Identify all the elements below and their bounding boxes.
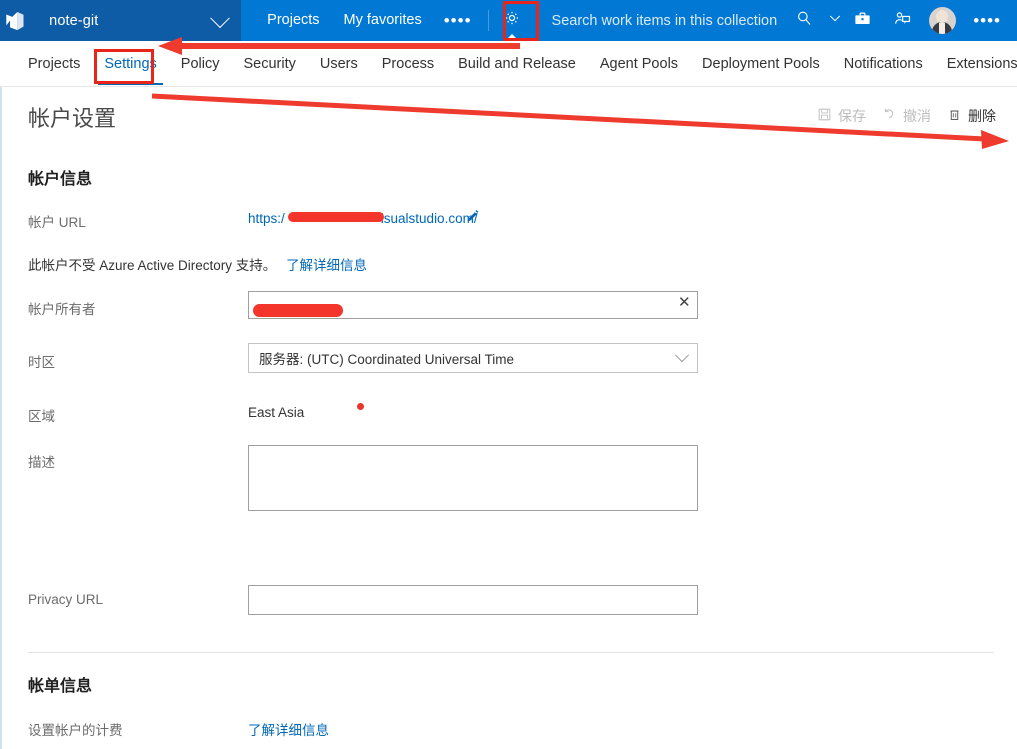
tab-build-and-release[interactable]: Build and Release [446,42,588,86]
privacy-url-label: Privacy URL [28,592,104,607]
tab-notifications[interactable]: Notifications [832,42,935,86]
nav-link-my-favorites[interactable]: My favorites [332,0,434,41]
account-settings-page: 帐户设置 保存 撤消 删除 帐户信息 帐户 URL https:/ isuals… [0,87,1017,749]
collection-name: note-git [49,12,99,29]
save-button[interactable]: 保存 [810,102,873,130]
nav-overflow-button[interactable]: •••• [434,4,482,38]
save-label: 保存 [838,108,866,124]
save-disk-icon [817,107,832,125]
tab-deployment-pools[interactable]: Deployment Pools [690,42,832,86]
header-more-button[interactable]: •••• [963,4,1011,38]
undo-label: 撤消 [903,108,931,124]
avatar-shirt [939,23,946,34]
top-header-bar: note-git Projects My favorites •••• Sear… [0,0,1017,41]
timezone-value: 服务器: (UTC) Coordinated Universal Time [259,352,515,367]
account-url-label: 帐户 URL [28,215,86,230]
undo-arrow-icon [882,107,897,125]
account-url-edit-button[interactable] [465,209,480,229]
search-controls [795,9,843,32]
tab-process[interactable]: Process [370,42,446,86]
vsts-logo-button[interactable] [0,0,30,41]
avatar-face [936,10,949,23]
undo-button[interactable]: 撤消 [875,102,938,130]
timezone-dropdown[interactable]: 服务器: (UTC) Coordinated Universal Time [248,343,698,373]
account-owner-input[interactable] [248,291,698,319]
pencil-edit-icon [465,210,480,228]
privacy-url-input[interactable] [248,585,698,615]
settings-tab-nav: Projects Settings Policy Security Users … [0,41,1017,87]
trash-icon [947,107,962,125]
tab-security[interactable]: Security [231,42,307,86]
gear-icon [502,8,522,33]
account-url-value[interactable]: https:/ isualstudio.com/ [248,211,478,226]
avatar [928,7,956,34]
description-label: 描述 [28,455,55,470]
aad-note-text: 此帐户不受 Azure Active Directory 支持。 [28,258,277,273]
collection-selector[interactable]: note-git [29,0,242,41]
aad-support-note: 此帐户不受 Azure Active Directory 支持。 了解详细信息 [28,254,367,274]
region-label: 区域 [28,409,55,424]
briefcase-icon [853,9,872,33]
timezone-label: 时区 [28,355,55,370]
region-value: East Asia [248,405,305,420]
account-url-prefix: https:/ [248,211,285,226]
header-divider [487,10,489,31]
chevron-down-icon[interactable] [827,10,843,31]
header-nav-links: Projects My favorites •••• [241,0,481,41]
header-right-icons: •••• [843,0,1017,41]
billing-label: 设置帐户的计费 [28,723,123,738]
chevron-down-icon [674,348,690,363]
tab-projects[interactable]: Projects [16,42,92,86]
search-box[interactable]: Search work items in this collection [528,0,844,41]
feedback-button[interactable] [883,0,921,41]
billing-info-heading: 帐单信息 [28,678,93,695]
section-divider [28,652,994,653]
aad-learn-more-link[interactable]: 了解详细信息 [286,258,367,273]
page-title: 帐户设置 [28,106,117,131]
region-status-dot [357,403,364,410]
tab-agent-pools[interactable]: Agent Pools [588,42,690,86]
feedback-person-icon [893,9,912,33]
tab-policy[interactable]: Policy [169,42,232,86]
billing-learn-more-link[interactable]: 了解详细信息 [248,719,329,739]
search-input[interactable]: Search work items in this collection [552,13,778,29]
gear-active-caret-icon [504,34,519,41]
tab-users[interactable]: Users [308,42,370,86]
search-icon[interactable] [795,9,813,32]
chevron-down-icon [210,7,231,28]
account-owner-clear-button[interactable]: ✕ [678,293,691,311]
delete-label: 删除 [968,108,996,124]
command-toolbar: 保存 撤消 删除 [810,102,1003,130]
nav-link-projects[interactable]: Projects [255,0,331,41]
tab-settings[interactable]: Settings [92,42,168,86]
marketplace-button[interactable] [843,0,881,41]
description-textarea[interactable] [248,445,698,511]
account-owner-label: 帐户所有者 [28,302,96,317]
settings-gear-button[interactable] [496,0,527,41]
tab-extensions[interactable]: Extensions [935,42,1017,86]
delete-button[interactable]: 删除 [940,102,1003,130]
account-info-heading: 帐户信息 [28,171,93,188]
avatar-button[interactable] [923,0,961,41]
account-url-suffix: isualstudio.com/ [380,211,478,226]
vsts-logo-icon [4,10,26,32]
